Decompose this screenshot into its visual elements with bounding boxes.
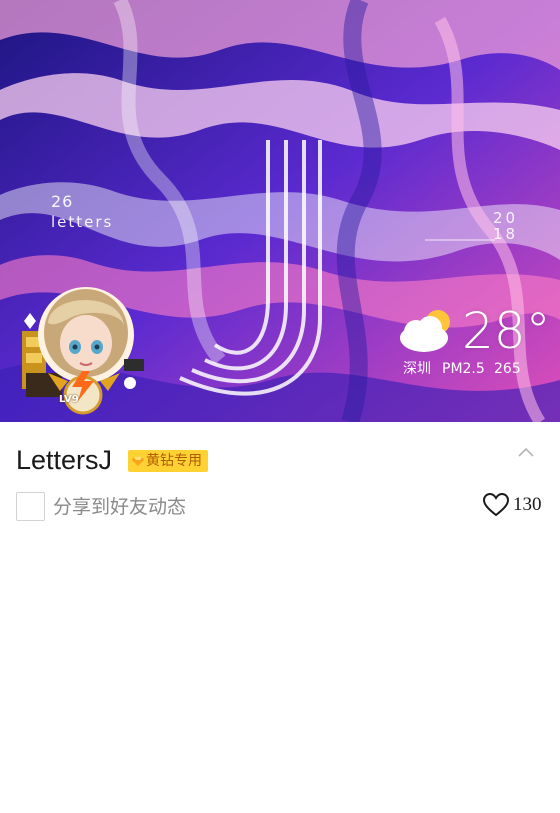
vip-badge-label: 黄钻专用 — [146, 453, 202, 469]
brand-word: letters — [51, 213, 114, 231]
like-count: 130 — [513, 494, 542, 515]
weather-city: 深圳 — [403, 361, 431, 377]
pm25-label: PM2.5 — [442, 361, 485, 377]
collapse-button[interactable] — [514, 442, 538, 462]
weather-temperature: 28° — [462, 302, 551, 360]
year-bottom: 18 — [493, 225, 519, 243]
brand-number: 26 — [51, 192, 74, 211]
pm25-value: 265 — [494, 361, 521, 377]
year-top: 20 — [493, 209, 519, 227]
theme-detail-page: 26 letters 20 18 28° 深圳 PM2.5 265 LV9 Le… — [0, 0, 560, 813]
level-badge: LV9 — [59, 394, 79, 405]
share-checkbox[interactable] — [16, 492, 45, 521]
like-button[interactable] — [482, 492, 510, 518]
avatar[interactable] — [20, 283, 150, 415]
heart-icon — [482, 492, 510, 517]
avatar-character — [22, 287, 144, 415]
share-label: 分享到好友动态 — [53, 496, 187, 518]
vip-badge: 黄钻专用 — [128, 450, 208, 472]
diamond-icon — [132, 457, 144, 466]
chevron-up-icon — [518, 447, 534, 457]
theme-author-name: LettersJ — [16, 445, 113, 475]
partly-cloudy-icon — [400, 310, 450, 352]
theme-preview-banner: 26 letters 20 18 28° 深圳 PM2.5 265 LV9 — [0, 0, 560, 422]
